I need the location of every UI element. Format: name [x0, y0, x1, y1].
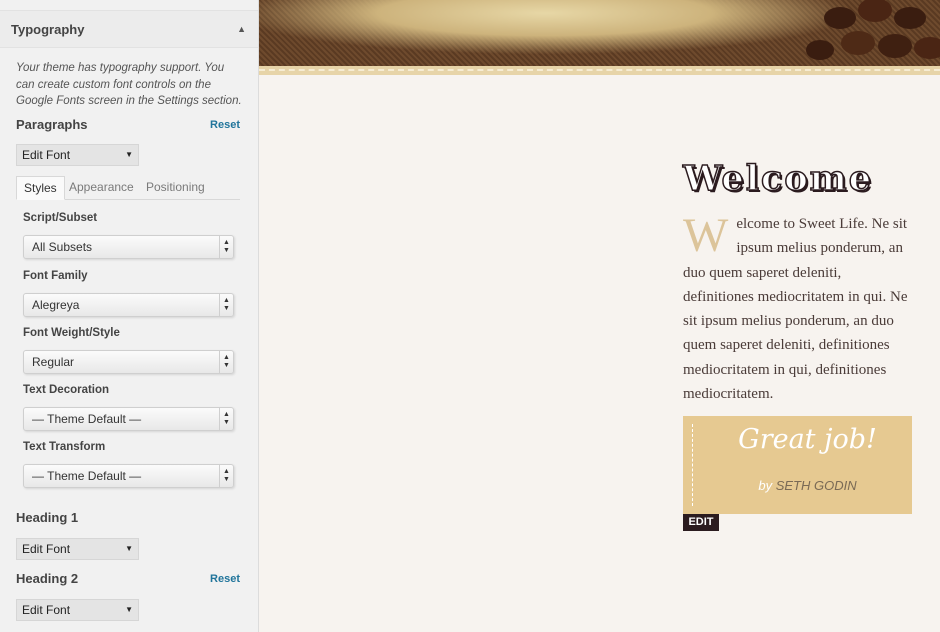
tab-styles[interactable]: Styles: [16, 176, 65, 200]
heading2-edit-font-button[interactable]: Edit Font ▼: [16, 599, 139, 621]
testimonial-author: SETH GODIN: [775, 478, 857, 493]
edit-font-label: Edit Font: [22, 603, 71, 617]
heading1-title: Heading 1: [16, 510, 79, 525]
collapse-arrow-icon[interactable]: ▲: [237, 24, 246, 34]
heading2-title: Heading 2: [16, 571, 79, 586]
section-title: Typography: [11, 22, 85, 37]
paragraphs-reset-link[interactable]: Reset: [210, 119, 240, 131]
welcome-paragraph: Welcome to Sweet Life. Ne sit ipsum meli…: [683, 212, 915, 406]
section-description: Your theme has typography support. You c…: [16, 62, 242, 107]
select-arrows-icon: ▲ ▼: [219, 351, 233, 373]
select-value: Alegreya: [32, 298, 80, 312]
edit-button[interactable]: EDIT: [683, 514, 719, 531]
select-value: Regular: [32, 355, 75, 369]
font-weight-style-select[interactable]: Regular ▲ ▼: [23, 350, 234, 374]
paragraphs-title: Paragraphs: [16, 117, 88, 132]
byline-prefix: by: [758, 478, 773, 493]
heading1-edit-font-button[interactable]: Edit Font ▼: [16, 538, 139, 560]
font-options-tabs: Styles Appearance Positioning: [16, 176, 240, 200]
dropdown-caret-icon: ▼: [125, 150, 133, 159]
dropdown-caret-icon: ▼: [125, 605, 133, 614]
header-banner-image: [259, 0, 940, 66]
font-weight-style-label: Font Weight/Style: [23, 327, 120, 339]
tab-positioning[interactable]: Positioning: [139, 176, 212, 199]
font-family-label: Font Family: [23, 270, 88, 282]
edit-font-label: Edit Font: [22, 542, 71, 556]
tab-appearance[interactable]: Appearance: [62, 176, 141, 199]
text-decoration-select[interactable]: — Theme Default — ▲ ▼: [23, 407, 234, 431]
dropcap-letter: W: [683, 209, 729, 262]
select-arrows-icon: ▲ ▼: [219, 236, 233, 258]
text-decoration-label: Text Decoration: [23, 384, 110, 396]
select-value: — Theme Default —: [32, 469, 142, 483]
coffee-beans-icon: [806, 0, 940, 60]
select-arrows-icon: ▲ ▼: [219, 465, 233, 487]
select-arrows-icon: ▲ ▼: [219, 408, 233, 430]
text-transform-label: Text Transform: [23, 441, 106, 453]
heading2-reset-link[interactable]: Reset: [210, 573, 240, 585]
testimonial-quote: Great job!: [738, 424, 877, 455]
dropdown-caret-icon: ▼: [125, 544, 133, 553]
script-subset-label: Script/Subset: [23, 212, 98, 224]
text-transform-select[interactable]: — Theme Default — ▲ ▼: [23, 464, 234, 488]
banner-stitch-border: [259, 66, 940, 75]
welcome-heading: Welcome: [682, 157, 873, 200]
customizer-sidebar: Typography ▲ Your theme has typography s…: [0, 0, 259, 632]
testimonial-box: Great job! by SETH GODIN: [683, 416, 912, 514]
select-value: All Subsets: [32, 240, 93, 254]
select-arrows-icon: ▲ ▼: [219, 294, 233, 316]
script-subset-select[interactable]: All Subsets ▲ ▼: [23, 235, 234, 259]
select-value: — Theme Default —: [32, 412, 142, 426]
paragraphs-edit-font-button[interactable]: Edit Font ▼: [16, 144, 139, 166]
testimonial-byline: by SETH GODIN: [683, 478, 912, 493]
edit-font-label: Edit Font: [22, 148, 71, 162]
font-family-select[interactable]: Alegreya ▲ ▼: [23, 293, 234, 317]
typography-section-header[interactable]: Typography ▲: [0, 10, 258, 48]
